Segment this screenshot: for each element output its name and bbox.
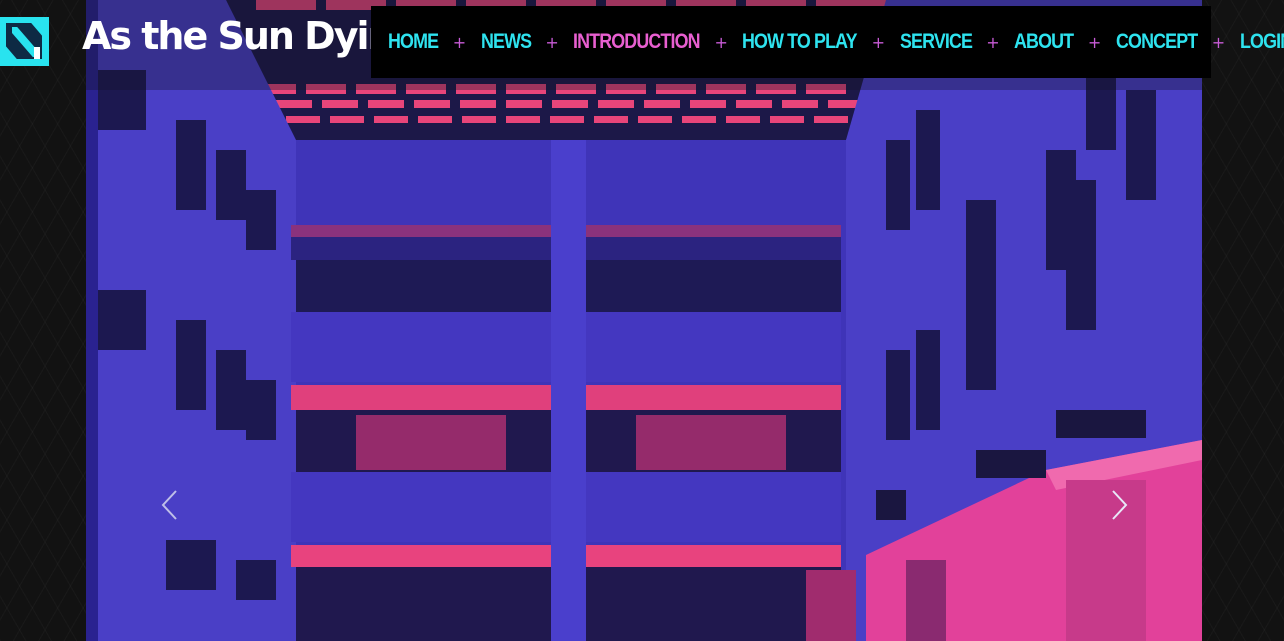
chevron-left-icon — [161, 490, 177, 520]
nav-separator: + — [714, 32, 728, 52]
page: As the Sun Dying HOME + NEWS + INTRODUCTION +… — [0, 0, 1284, 641]
nav-separator: + — [986, 32, 1000, 52]
nav-separator: + — [545, 32, 559, 52]
nav-separator: + — [871, 32, 885, 52]
brand-logo-icon[interactable] — [0, 17, 49, 66]
main-nav: HOME + NEWS + INTRODUCTION + HOW TO PLAY + SERVI… — [371, 6, 1284, 78]
chevron-right-icon — [1112, 490, 1128, 520]
nav-item-concept[interactable]: CONCEPT — [1116, 30, 1198, 54]
nav-item-home[interactable]: HOME — [388, 30, 439, 54]
site-title[interactable]: As the Sun Dying — [82, 14, 420, 58]
nav-item-about[interactable]: ABOUT — [1014, 30, 1074, 54]
nav-item-service[interactable]: SERVICE — [900, 30, 973, 54]
hero-slide-image — [86, 0, 1202, 641]
nav-separator: + — [452, 32, 467, 52]
carousel-next-button[interactable] — [1103, 488, 1133, 522]
nav-separator: + — [1087, 32, 1102, 52]
nav-item-login[interactable]: LOGIN — [1240, 30, 1284, 54]
nav-item-how-to-play[interactable]: HOW TO PLAY — [742, 30, 857, 54]
nav-item-news[interactable]: NEWS — [481, 30, 532, 54]
nav-item-introduction[interactable]: INTRODUCTION — [573, 30, 700, 54]
nav-separator: + — [1211, 32, 1226, 52]
carousel-prev-button[interactable] — [156, 488, 186, 522]
